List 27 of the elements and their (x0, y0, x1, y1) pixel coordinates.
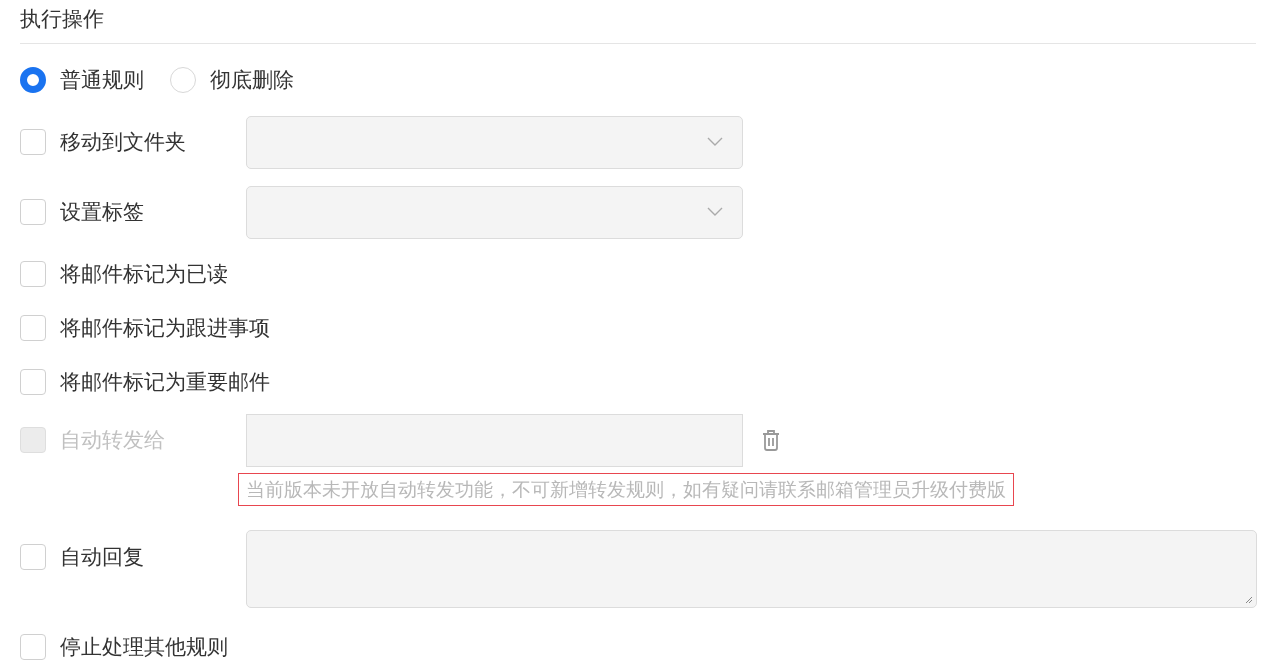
resize-handle-icon[interactable] (1245, 596, 1253, 604)
chevron-down-icon (707, 137, 723, 147)
dropdown[interactable] (246, 185, 743, 239)
checkbox-label: 停止处理其他规则 (60, 634, 228, 661)
dropdown[interactable] (246, 115, 743, 169)
checkbox-label: 将邮件标记为跟进事项 (60, 315, 270, 342)
checkbox[interactable] (20, 261, 46, 287)
section-title: 执行操作 (20, 6, 104, 33)
checkbox[interactable] (20, 369, 46, 395)
checkbox-label: 移动到文件夹 (60, 129, 186, 156)
checkbox[interactable] (20, 544, 46, 570)
checkbox-label: 自动回复 (60, 544, 144, 571)
checkbox[interactable] (20, 315, 46, 341)
radio-label: 彻底删除 (210, 67, 294, 94)
chevron-down-icon (707, 207, 723, 217)
checkbox[interactable] (20, 199, 46, 225)
input-field[interactable] (246, 413, 743, 467)
checkbox-label: 设置标签 (60, 199, 144, 226)
trash-icon[interactable] (761, 429, 781, 451)
notice-text: 当前版本未开放自动转发功能，不可新增转发规则，如有疑问请联系邮箱管理员升级付费版 (238, 473, 1014, 506)
radio-label: 普通规则 (60, 67, 144, 94)
checkbox-label: 自动转发给 (60, 427, 165, 454)
checkbox[interactable] (20, 634, 46, 660)
checkbox-label: 将邮件标记为已读 (60, 261, 228, 288)
radio-button[interactable] (20, 67, 46, 93)
checkbox-label: 将邮件标记为重要邮件 (60, 369, 270, 396)
checkbox[interactable] (20, 129, 46, 155)
